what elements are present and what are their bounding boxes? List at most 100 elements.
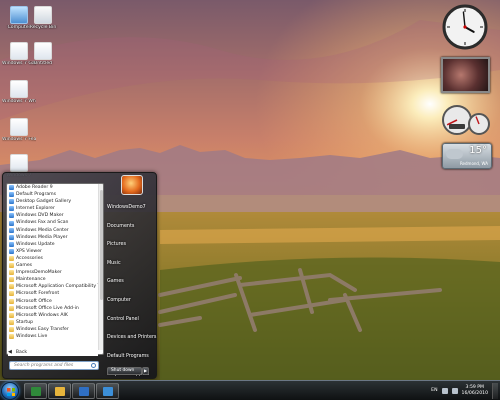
program-label: Adobe Reader 9 xyxy=(16,185,53,190)
shutdown-button[interactable]: Shut down xyxy=(107,367,142,375)
program-item[interactable]: Default Programs xyxy=(7,191,103,198)
cpu-meter-gadget[interactable] xyxy=(441,104,491,136)
back-arrow-icon: ◀ xyxy=(8,349,12,355)
start-menu-place-item[interactable]: Music xyxy=(104,255,157,274)
program-folder-item[interactable]: Games xyxy=(7,262,103,269)
program-label: Accessories xyxy=(16,255,43,261)
program-label: Windows Fax and Scan xyxy=(16,220,69,226)
program-icon xyxy=(9,241,14,247)
volume-icon[interactable] xyxy=(451,388,458,394)
program-folder-item[interactable]: Maintenance xyxy=(7,276,103,283)
start-menu-place-item[interactable]: Computer xyxy=(104,292,157,311)
taskbar: EN 3:59 PM 16/06/2010 xyxy=(0,380,500,400)
program-folder-item[interactable]: Microsoft Office Live Add-in xyxy=(7,305,103,312)
program-label: Windows Update xyxy=(16,241,55,247)
program-label: XPS Viewer xyxy=(16,248,42,254)
folder-icon xyxy=(9,312,14,318)
explorer-icon xyxy=(55,387,65,396)
scrollbar-thumb[interactable] xyxy=(100,190,103,300)
back-button[interactable]: ◀ Back xyxy=(8,348,98,356)
program-item[interactable]: Desktop Gadget Gallery xyxy=(7,198,103,205)
desktop-icon-whats-new[interactable]: Windows 7 What's N... xyxy=(2,80,36,104)
folder-icon xyxy=(9,291,14,297)
back-label: Back xyxy=(15,349,28,355)
program-folder-item[interactable]: Microsoft Application Compatibility Tool… xyxy=(7,283,103,290)
show-desktop-button[interactable] xyxy=(492,383,498,399)
program-icon xyxy=(9,199,14,205)
program-label: Microsoft Office Live Add-in xyxy=(16,305,79,311)
program-label: Maintenance xyxy=(16,277,46,283)
desktop-icon-label: Recycle Bin xyxy=(29,25,57,30)
weather-gadget[interactable]: 15° Redmond, WA xyxy=(442,143,492,169)
program-label: Microsoft Forefront xyxy=(16,291,60,297)
desktop-icon-untitled[interactable]: Untitled xyxy=(26,42,60,66)
program-folder-item[interactable]: Microsoft Forefront xyxy=(7,290,103,297)
search-input[interactable]: Search programs and files xyxy=(9,361,99,370)
slideshow-gadget-icon xyxy=(443,59,488,91)
taskbar-clock[interactable]: 3:59 PM 16/06/2010 xyxy=(462,385,488,397)
program-icon xyxy=(9,220,14,226)
start-menu-place-item[interactable]: WindowsDemo7 xyxy=(104,199,157,218)
program-folder-item[interactable]: ImpressDemoMaker xyxy=(7,269,103,276)
folder-icon xyxy=(9,263,14,269)
program-list-scrollbar[interactable] xyxy=(98,184,103,350)
program-icon xyxy=(9,213,14,219)
program-label: Windows Live xyxy=(16,333,48,339)
desktop-icon-recycle-bin[interactable]: Recycle Bin xyxy=(26,6,60,30)
taskbar-button-media-center[interactable] xyxy=(24,383,47,399)
program-icon xyxy=(9,206,14,212)
program-label: Windows DVD Maker xyxy=(16,213,64,219)
clock-gadget[interactable] xyxy=(442,4,488,50)
program-folder-item[interactable]: Windows Live xyxy=(7,333,103,340)
search-placeholder: Search programs and files xyxy=(14,363,74,368)
folder-icon xyxy=(9,326,14,332)
shutdown-options-button[interactable]: ▶ xyxy=(142,367,149,375)
program-item[interactable]: Internet Explorer xyxy=(7,205,103,212)
program-icon xyxy=(9,192,14,198)
folder-icon xyxy=(9,319,14,325)
program-item[interactable]: Windows Update xyxy=(7,241,103,248)
program-icon xyxy=(9,227,14,233)
document-icon xyxy=(10,118,28,136)
windows-logo-icon xyxy=(7,388,15,396)
program-label: Windows Easy Transfer xyxy=(16,326,69,332)
folder-icon xyxy=(9,277,14,283)
start-menu-place-item[interactable]: Control Panel xyxy=(104,311,157,330)
program-folder-item[interactable]: Microsoft Office xyxy=(7,298,103,305)
start-menu-place-item[interactable]: Devices and Printers xyxy=(104,329,157,348)
start-menu-place-item[interactable]: Default Programs xyxy=(104,348,157,367)
start-menu-place-item[interactable]: Pictures xyxy=(104,236,157,255)
start-menu-place-item[interactable]: Games xyxy=(104,273,157,292)
program-item[interactable]: Adobe Reader 9 xyxy=(7,184,103,191)
desktop-icon-features[interactable]: Windows 7 Features xyxy=(2,118,36,142)
program-folder-item[interactable]: Startup xyxy=(7,319,103,326)
user-picture[interactable] xyxy=(121,175,143,195)
program-icon xyxy=(9,185,14,191)
desktop-icon-label: Windows 7 Features xyxy=(2,137,36,142)
document-icon xyxy=(10,154,28,172)
language-icon[interactable]: EN xyxy=(431,388,437,394)
recycle-bin-icon xyxy=(34,6,52,24)
start-button[interactable] xyxy=(1,382,19,400)
network-icon[interactable] xyxy=(441,388,448,394)
slideshow-gadget[interactable] xyxy=(441,57,490,93)
taskbar-button-explorer[interactable] xyxy=(48,383,71,399)
program-item[interactable]: Windows Media Center xyxy=(7,227,103,234)
start-menu-place-item[interactable]: Documents xyxy=(104,218,157,237)
weather-location: Redmond, WA xyxy=(459,161,488,166)
program-label: Windows Media Player xyxy=(16,234,68,240)
program-folder-item[interactable]: Windows Easy Transfer xyxy=(7,326,103,333)
program-item[interactable]: Windows Media Player xyxy=(7,234,103,241)
desktop-icon-label: Untitled xyxy=(33,61,53,66)
program-item[interactable]: XPS Viewer xyxy=(7,248,103,255)
folder-icon xyxy=(9,255,14,261)
program-folder-item[interactable]: Accessories xyxy=(7,255,103,262)
taskbar-button-internet-explorer[interactable] xyxy=(96,383,119,399)
program-label: Games xyxy=(16,263,33,269)
shutdown-label: Shut down xyxy=(111,368,135,373)
program-folder-item[interactable]: Microsoft Windows AIK xyxy=(7,312,103,319)
program-item[interactable]: Windows DVD Maker xyxy=(7,212,103,219)
document-icon xyxy=(10,80,28,98)
taskbar-button-media-player[interactable] xyxy=(72,383,95,399)
program-item[interactable]: Windows Fax and Scan xyxy=(7,219,103,226)
